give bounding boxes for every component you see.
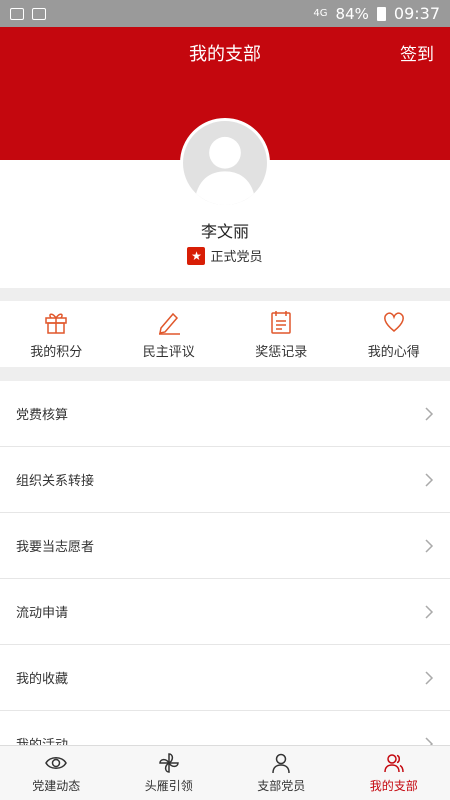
menu-list: 党费核算 组织关系转接 我要当志愿者 流动申请 我的收藏 我的活动 xyxy=(0,381,450,745)
chevron-right-icon xyxy=(425,472,434,487)
action-my-points[interactable]: 我的积分 xyxy=(0,301,113,367)
pinwheel-icon xyxy=(158,753,179,773)
action-label: 我的心得 xyxy=(367,344,420,360)
people-icon xyxy=(384,754,404,773)
tab-party-news[interactable]: 党建动态 xyxy=(0,746,113,800)
member-status-label: 正式党员 xyxy=(210,250,263,265)
menu-item-label: 党费核算 xyxy=(16,408,69,423)
page-title: 我的支部 xyxy=(189,44,261,65)
eye-icon xyxy=(45,757,68,769)
menu-item-org-transfer[interactable]: 组织关系转接 xyxy=(0,447,450,513)
tab-label: 我的支部 xyxy=(369,779,418,793)
status-left xyxy=(10,7,46,20)
status-bar: 4G 84% 09:37 xyxy=(0,0,450,27)
tab-label: 党建动态 xyxy=(32,779,81,793)
star-badge-icon: ★ xyxy=(187,246,206,265)
tab-my-branch[interactable]: 我的支部 xyxy=(338,746,450,800)
menu-item-label: 流动申请 xyxy=(16,606,69,621)
tab-branch-members[interactable]: 支部党员 xyxy=(225,746,338,800)
menu-item-activities[interactable]: 我的活动 xyxy=(0,711,450,745)
network-label: 4G xyxy=(313,8,328,19)
action-insights[interactable]: 我的心得 xyxy=(338,301,450,367)
heart-icon xyxy=(383,311,404,332)
menu-item-label: 我要当志愿者 xyxy=(16,540,95,555)
quick-actions: 我的积分 民主评议 奖惩记录 我的心得 xyxy=(0,301,450,367)
chevron-right-icon xyxy=(425,538,434,553)
chevron-right-icon xyxy=(425,406,434,421)
menu-item-label: 我的活动 xyxy=(16,734,68,745)
avatar[interactable] xyxy=(180,118,270,208)
tab-lead-goose[interactable]: 头雁引领 xyxy=(113,746,226,800)
menu-item-label: 组织关系转接 xyxy=(16,474,95,489)
battery-icon xyxy=(376,6,386,21)
chevron-right-icon xyxy=(425,604,434,619)
action-label: 民主评议 xyxy=(142,344,195,360)
tab-label: 头雁引领 xyxy=(144,779,193,793)
chevron-right-icon xyxy=(425,736,434,745)
action-label: 我的积分 xyxy=(30,344,83,360)
action-evaluation[interactable]: 民主评议 xyxy=(113,301,226,367)
menu-item-volunteer[interactable]: 我要当志愿者 xyxy=(0,513,450,579)
calendar-icon xyxy=(271,310,291,334)
menu-item-mobility[interactable]: 流动申请 xyxy=(0,579,450,645)
user-name: 李文丽 xyxy=(200,222,249,241)
image-icon xyxy=(32,7,46,20)
tab-label: 支部党员 xyxy=(257,779,306,793)
action-label: 奖惩记录 xyxy=(255,344,308,360)
chevron-right-icon xyxy=(425,670,434,685)
action-rewards[interactable]: 奖惩记录 xyxy=(225,301,338,367)
person-icon xyxy=(272,753,290,774)
bottom-tab-bar: 党建动态 头雁引领 支部党员 我的支部 xyxy=(0,745,450,800)
gift-icon xyxy=(45,313,67,334)
checkin-button[interactable]: 签到 xyxy=(400,40,434,65)
menu-item-party-fee[interactable]: 党费核算 xyxy=(0,381,450,447)
pen-icon xyxy=(158,312,180,335)
status-right: 4G 84% 09:37 xyxy=(313,4,440,23)
menu-item-favorites[interactable]: 我的收藏 xyxy=(0,645,450,711)
menu-item-label: 我的收藏 xyxy=(16,672,69,687)
message-icon xyxy=(10,7,24,20)
battery-percent: 84% xyxy=(335,4,369,23)
clock: 09:37 xyxy=(393,4,440,23)
member-status: ★ 正式党员 xyxy=(0,246,450,265)
